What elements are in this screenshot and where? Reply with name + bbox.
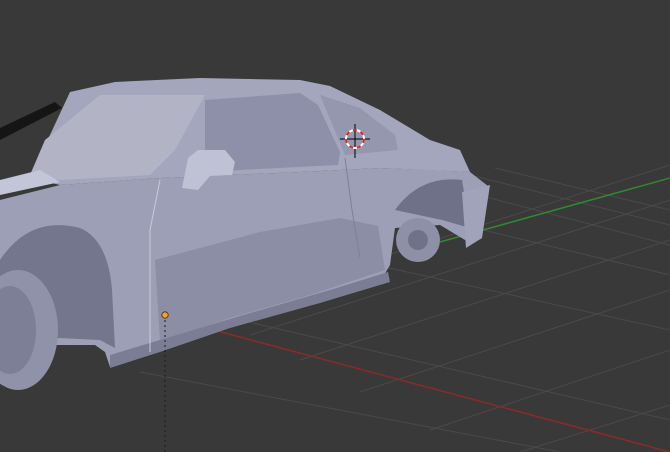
viewport-canvas[interactable]	[0, 0, 670, 452]
3d-viewport[interactable]	[0, 0, 670, 452]
car-rear-bumper	[462, 185, 490, 248]
car-rear-hub	[408, 230, 428, 250]
car-model[interactable]	[0, 78, 490, 390]
object-origin-icon[interactable]	[161, 311, 169, 319]
